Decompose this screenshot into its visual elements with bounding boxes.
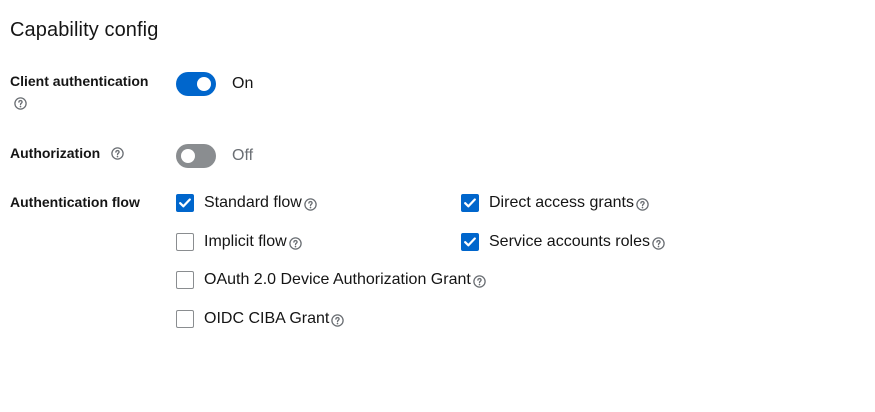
standard-flow-option[interactable]: Standard flow xyxy=(176,192,317,214)
oidc-ciba-grant-label[interactable]: OIDC CIBA Grant xyxy=(204,308,329,330)
service-accounts-roles-checkbox[interactable] xyxy=(461,233,479,251)
direct-access-grants-checkbox[interactable] xyxy=(461,194,479,212)
section-title: Capability config xyxy=(10,19,159,41)
client-authentication-state: On xyxy=(232,75,254,92)
client-authentication-help-icon[interactable] xyxy=(14,97,27,110)
checkmark-icon xyxy=(464,237,476,247)
standard-flow-checkbox[interactable] xyxy=(176,194,194,212)
oauth-device-authorization-grant-option[interactable]: OAuth 2.0 Device Authorization Grant xyxy=(176,269,486,291)
oauth-device-authorization-grant-help-icon[interactable] xyxy=(473,274,486,288)
authorization-label: Authorization xyxy=(10,142,124,164)
implicit-flow-option[interactable]: Implicit flow xyxy=(176,231,302,253)
service-accounts-roles-option[interactable]: Service accounts roles xyxy=(461,231,665,253)
direct-access-grants-option[interactable]: Direct access grants xyxy=(461,192,649,214)
authorization-label-text: Authorization xyxy=(10,145,101,161)
authorization-help-icon[interactable] xyxy=(111,147,124,160)
implicit-flow-help-icon[interactable] xyxy=(288,236,302,250)
checkmark-icon xyxy=(464,198,476,208)
checkmark-icon xyxy=(179,198,191,208)
client-authentication-switch[interactable] xyxy=(176,72,216,96)
standard-flow-label[interactable]: Standard flow xyxy=(204,192,302,214)
service-accounts-roles-help-icon[interactable] xyxy=(652,236,665,250)
switch-knob xyxy=(197,77,211,91)
oauth-device-authorization-grant-label[interactable]: OAuth 2.0 Device Authorization Grant xyxy=(204,269,471,291)
capability-config-section: Capability config Client authentication … xyxy=(0,0,875,412)
authorization-switch[interactable] xyxy=(176,144,216,168)
implicit-flow-label[interactable]: Implicit flow xyxy=(204,231,287,253)
oauth-device-authorization-grant-checkbox[interactable] xyxy=(176,271,194,289)
service-accounts-roles-label[interactable]: Service accounts roles xyxy=(489,231,650,253)
oidc-ciba-grant-option[interactable]: OIDC CIBA Grant xyxy=(176,308,345,330)
standard-flow-help-icon[interactable] xyxy=(304,197,317,211)
client-authentication-label: Client authentication xyxy=(10,73,149,89)
oidc-ciba-grant-checkbox[interactable] xyxy=(176,310,194,328)
switch-knob xyxy=(181,149,195,163)
implicit-flow-checkbox[interactable] xyxy=(176,233,194,251)
direct-access-grants-help-icon[interactable] xyxy=(636,197,649,211)
direct-access-grants-label[interactable]: Direct access grants xyxy=(489,192,634,214)
authorization-state: Off xyxy=(232,147,254,164)
authentication-flow-label: Authentication flow xyxy=(10,194,140,210)
oidc-ciba-grant-help-icon[interactable] xyxy=(331,313,345,327)
